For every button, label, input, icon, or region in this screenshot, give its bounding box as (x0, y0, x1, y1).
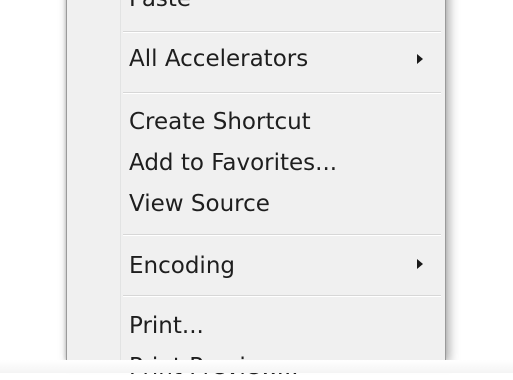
menu-separator (123, 295, 441, 297)
screenshot-bottom-edge (0, 360, 513, 373)
chevron-right-icon (417, 259, 423, 269)
menu-icon-gutter (120, 0, 121, 360)
menu-item-add-to-favorites[interactable]: Add to Favorites... (129, 150, 337, 176)
menu-item-label: View Source (129, 191, 270, 217)
menu-separator (123, 234, 441, 236)
menu-separator (123, 31, 441, 33)
menu-item-print[interactable]: Print... (129, 313, 204, 339)
menu-item-label: Encoding (129, 253, 235, 279)
menu-item-label: Paste (129, 0, 191, 12)
menu-item-all-accelerators[interactable]: All Accelerators (129, 46, 308, 72)
menu-item-encoding[interactable]: Encoding (129, 253, 235, 279)
menu-item-label: Add to Favorites... (129, 150, 338, 176)
context-menu: Paste All Accelerators Create Shortcut A… (66, 0, 446, 380)
menu-item-label: Create Shortcut (129, 109, 311, 135)
menu-item-paste[interactable]: Paste (129, 0, 191, 12)
menu-item-label: All Accelerators (129, 46, 309, 72)
chevron-right-icon (417, 54, 423, 64)
menu-item-label: Print... (129, 313, 204, 339)
menu-item-view-source[interactable]: View Source (129, 191, 270, 217)
menu-item-create-shortcut[interactable]: Create Shortcut (129, 109, 311, 135)
menu-separator (123, 92, 441, 94)
